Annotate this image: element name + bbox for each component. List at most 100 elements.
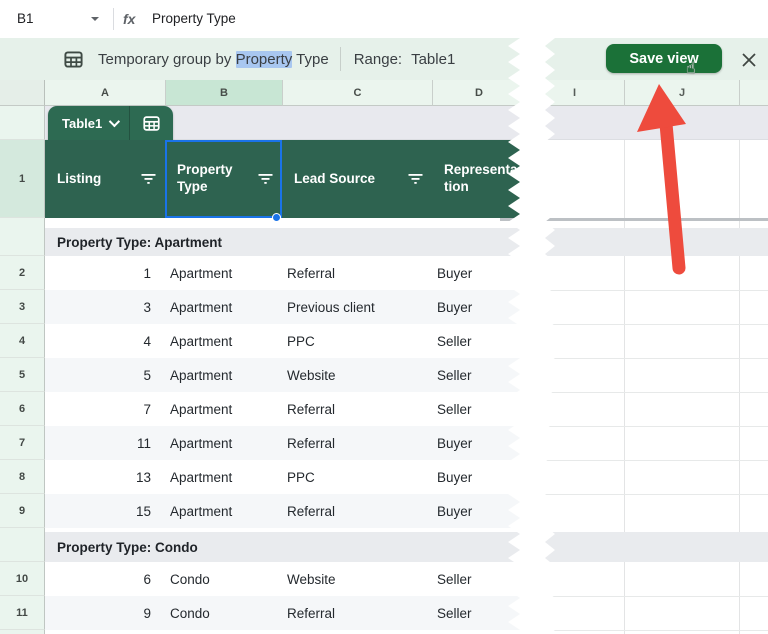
row-number[interactable]: 6 [0, 392, 45, 426]
cell-representation[interactable]: Seller [432, 324, 522, 358]
table-row: 4 4 Apartment PPC Seller [0, 324, 522, 358]
fill-handle[interactable] [272, 213, 281, 222]
row-number[interactable]: 3 [0, 290, 45, 324]
header-cell-representation[interactable]: Representation [432, 140, 522, 218]
column-header-c[interactable]: C [282, 80, 432, 106]
cell-representation[interactable]: Buyer [432, 290, 522, 324]
filter-icon[interactable] [408, 173, 423, 185]
cell-listing[interactable]: 3 [45, 290, 165, 324]
cell-property-type[interactable]: Apartment [165, 426, 282, 460]
header-cell-listing[interactable]: Listing [45, 140, 165, 218]
column-header-b[interactable]: B [165, 80, 282, 106]
chevron-down-icon[interactable] [91, 17, 99, 25]
fx-icon: fx [123, 11, 136, 27]
cell-lead-source[interactable]: Referral [282, 494, 432, 528]
cell-lead-source[interactable]: Referral [282, 392, 432, 426]
cell-lead-source[interactable]: Referral [282, 256, 432, 290]
cell-listing[interactable]: 15 [45, 494, 165, 528]
cell-lead-source[interactable]: Referral [282, 426, 432, 460]
cell-representation[interactable]: Seller [432, 392, 522, 426]
column-header-a[interactable]: A [45, 80, 165, 106]
group-header[interactable]: Property Type: Condo [45, 532, 522, 562]
cell-property-type[interactable]: Apartment [165, 290, 282, 324]
cell-listing[interactable]: 4 [45, 324, 165, 358]
filter-icon[interactable] [141, 173, 156, 185]
cell-listing[interactable]: 7 [45, 392, 165, 426]
cell-listing[interactable]: 1 [45, 256, 165, 290]
table-grid-icon[interactable] [143, 115, 160, 132]
table-grid-icon [64, 50, 83, 68]
cell-lead-source[interactable]: Website [282, 358, 432, 392]
filter-icon[interactable] [258, 173, 273, 185]
cell-lead-source[interactable]: PPC [282, 460, 432, 494]
table-row: 5 5 Apartment Website Seller [0, 358, 522, 392]
column-header-k[interactable] [739, 80, 768, 106]
group-header-row: Property Type: Apartment [0, 228, 522, 256]
cell-listing[interactable]: 5 [45, 358, 165, 392]
table-header-row: 1 Listing Property Type Lead Source Repr… [0, 140, 522, 222]
range-value: Table1 [411, 50, 456, 68]
cell-lead-source[interactable]: Previous client [282, 290, 432, 324]
gridline [540, 426, 768, 427]
group-band-right [500, 532, 768, 562]
cell-representation[interactable]: Buyer [432, 256, 522, 290]
cell-lead-source[interactable]: Website [282, 562, 432, 596]
group-band-right [500, 228, 768, 256]
cell-listing[interactable]: 6 [45, 562, 165, 596]
row-number[interactable]: 7 [0, 426, 45, 460]
row-number[interactable]: 10 [0, 562, 45, 596]
table-row: 9 15 Apartment Referral Buyer [0, 494, 522, 528]
cell-lead-source[interactable]: Referral [282, 596, 432, 630]
cell-listing[interactable]: 9 [45, 596, 165, 630]
group-header[interactable]: Property Type: Apartment [45, 228, 522, 256]
cell-representation[interactable]: Buyer [432, 494, 522, 528]
row-number[interactable]: 11 [0, 596, 45, 630]
cell-property-type[interactable]: Apartment [165, 324, 282, 358]
table-chip[interactable]: Table1 [48, 106, 174, 140]
row-border [500, 218, 768, 221]
cell-representation[interactable]: Seller [432, 562, 522, 596]
cell-property-type[interactable]: Apartment [165, 392, 282, 426]
cell-property-type[interactable]: Apartment [165, 460, 282, 494]
cell-property-type[interactable]: Apartment [165, 358, 282, 392]
table-row: 11 9 Condo Referral Seller [0, 596, 522, 630]
cell-listing[interactable]: 11 [45, 426, 165, 460]
cell-property-type[interactable]: Apartment [165, 256, 282, 290]
column-header-i[interactable]: I [525, 80, 624, 106]
cell-property-type[interactable]: Apartment [165, 494, 282, 528]
row-number[interactable]: 2 [0, 256, 45, 290]
row-number[interactable]: 1 [0, 140, 45, 218]
cell-property-type[interactable]: Condo [165, 596, 282, 630]
table-row: 7 11 Apartment Referral Buyer [0, 426, 522, 460]
cell-representation[interactable]: Buyer [432, 426, 522, 460]
table-row: 10 6 Condo Website Seller [0, 562, 522, 596]
table-chip-label[interactable]: Table1 [62, 116, 102, 131]
cell-property-type[interactable]: Condo [165, 562, 282, 596]
divider [113, 8, 114, 30]
select-all-corner[interactable] [0, 80, 45, 106]
cell-representation[interactable]: Seller [432, 358, 522, 392]
row-number[interactable]: 9 [0, 494, 45, 528]
gridline [540, 392, 768, 393]
row-number[interactable]: 8 [0, 460, 45, 494]
cell-representation[interactable]: Seller [432, 596, 522, 630]
row-gutter-cell [0, 228, 45, 256]
formula-input[interactable]: Property Type [152, 0, 236, 38]
chevron-down-icon[interactable] [108, 115, 121, 128]
header-cell-lead-source[interactable]: Lead Source [282, 140, 432, 218]
column-header-d[interactable]: D [432, 80, 525, 106]
name-box[interactable]: B1 [17, 0, 34, 38]
spacer-row [0, 218, 522, 228]
highlighted-word: Property [235, 50, 293, 68]
cell-listing[interactable]: 13 [45, 460, 165, 494]
close-icon[interactable] [741, 52, 757, 68]
range-label: Range: [353, 50, 403, 68]
row-number[interactable]: 4 [0, 324, 45, 358]
column-header-j[interactable]: J [624, 80, 739, 106]
row-number[interactable]: 5 [0, 358, 45, 392]
cell-lead-source[interactable]: PPC [282, 324, 432, 358]
gridline [540, 596, 768, 597]
cell-representation[interactable]: Buyer [432, 460, 522, 494]
header-cell-property-type[interactable]: Property Type [165, 140, 282, 222]
save-view-button[interactable]: Save view [606, 44, 722, 73]
